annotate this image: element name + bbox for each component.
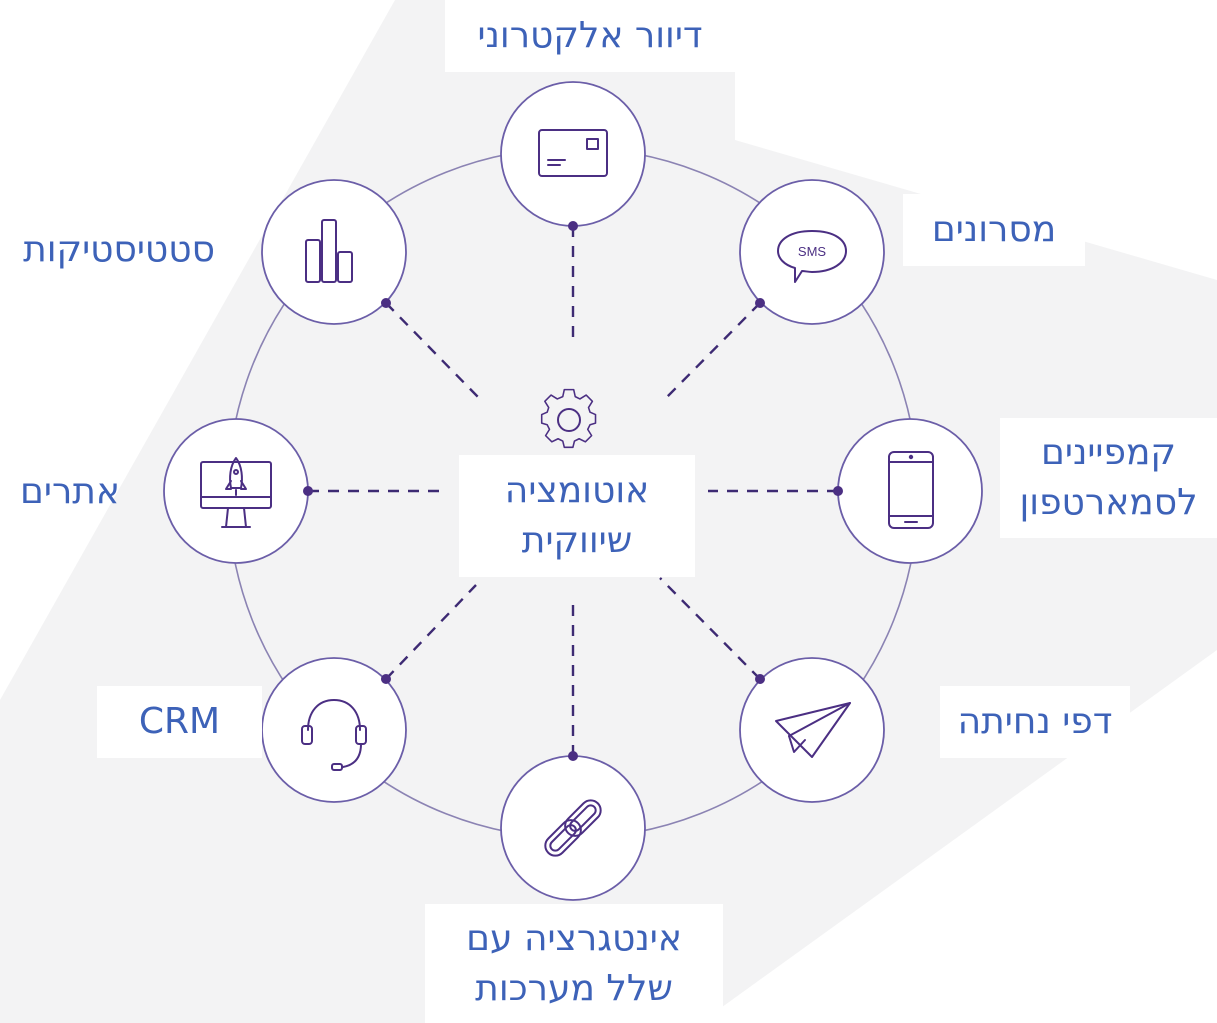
dot-sms [755, 298, 765, 308]
center-label: אוטומציה שיווקית [459, 455, 695, 577]
dot-crm [381, 674, 391, 684]
node-integration [500, 755, 646, 901]
label-integration-line1: אינטגרציה עם [466, 917, 682, 959]
label-websites-text: אתרים [20, 471, 120, 512]
dot-landing [755, 674, 765, 684]
dot-statistics [381, 298, 391, 308]
label-sms-text: מסרונים [931, 209, 1057, 250]
label-sms: מסרונים [903, 194, 1085, 266]
dot-integration [568, 751, 578, 761]
center-label-line1: אוטומציה [504, 470, 650, 511]
sms-icon-text: SMS [798, 244, 827, 259]
label-integration: אינטגרציה עם שלל מערכות [425, 904, 723, 1023]
label-statistics: סטטיסטיקות [8, 214, 230, 286]
label-integration-line2: שלל מערכות [475, 967, 673, 1009]
label-crm: CRM [97, 686, 262, 758]
label-smartphone: קמפיינים לסמארטפון [1000, 418, 1217, 538]
node-smartphone [837, 418, 983, 564]
center-label-line2: שיווקית [521, 520, 633, 561]
label-smartphone-line2: לסמארטפון [1019, 482, 1198, 523]
label-statistics-text: סטטיסטיקות [23, 229, 215, 270]
dot-smartphone [833, 486, 843, 496]
dot-websites [303, 486, 313, 496]
node-email [500, 81, 646, 227]
dot-email [568, 221, 578, 231]
label-email: דיוור אלקטרוני [445, 0, 735, 72]
label-landing-text: דפי נחיתה [957, 701, 1113, 742]
label-email-text: דיוור אלקטרוני [477, 15, 703, 56]
label-landing: דפי נחיתה [940, 686, 1130, 758]
label-crm-text: CRM [138, 701, 221, 742]
label-smartphone-line1: קמפיינים [1041, 432, 1176, 473]
label-websites: אתרים [0, 456, 140, 528]
